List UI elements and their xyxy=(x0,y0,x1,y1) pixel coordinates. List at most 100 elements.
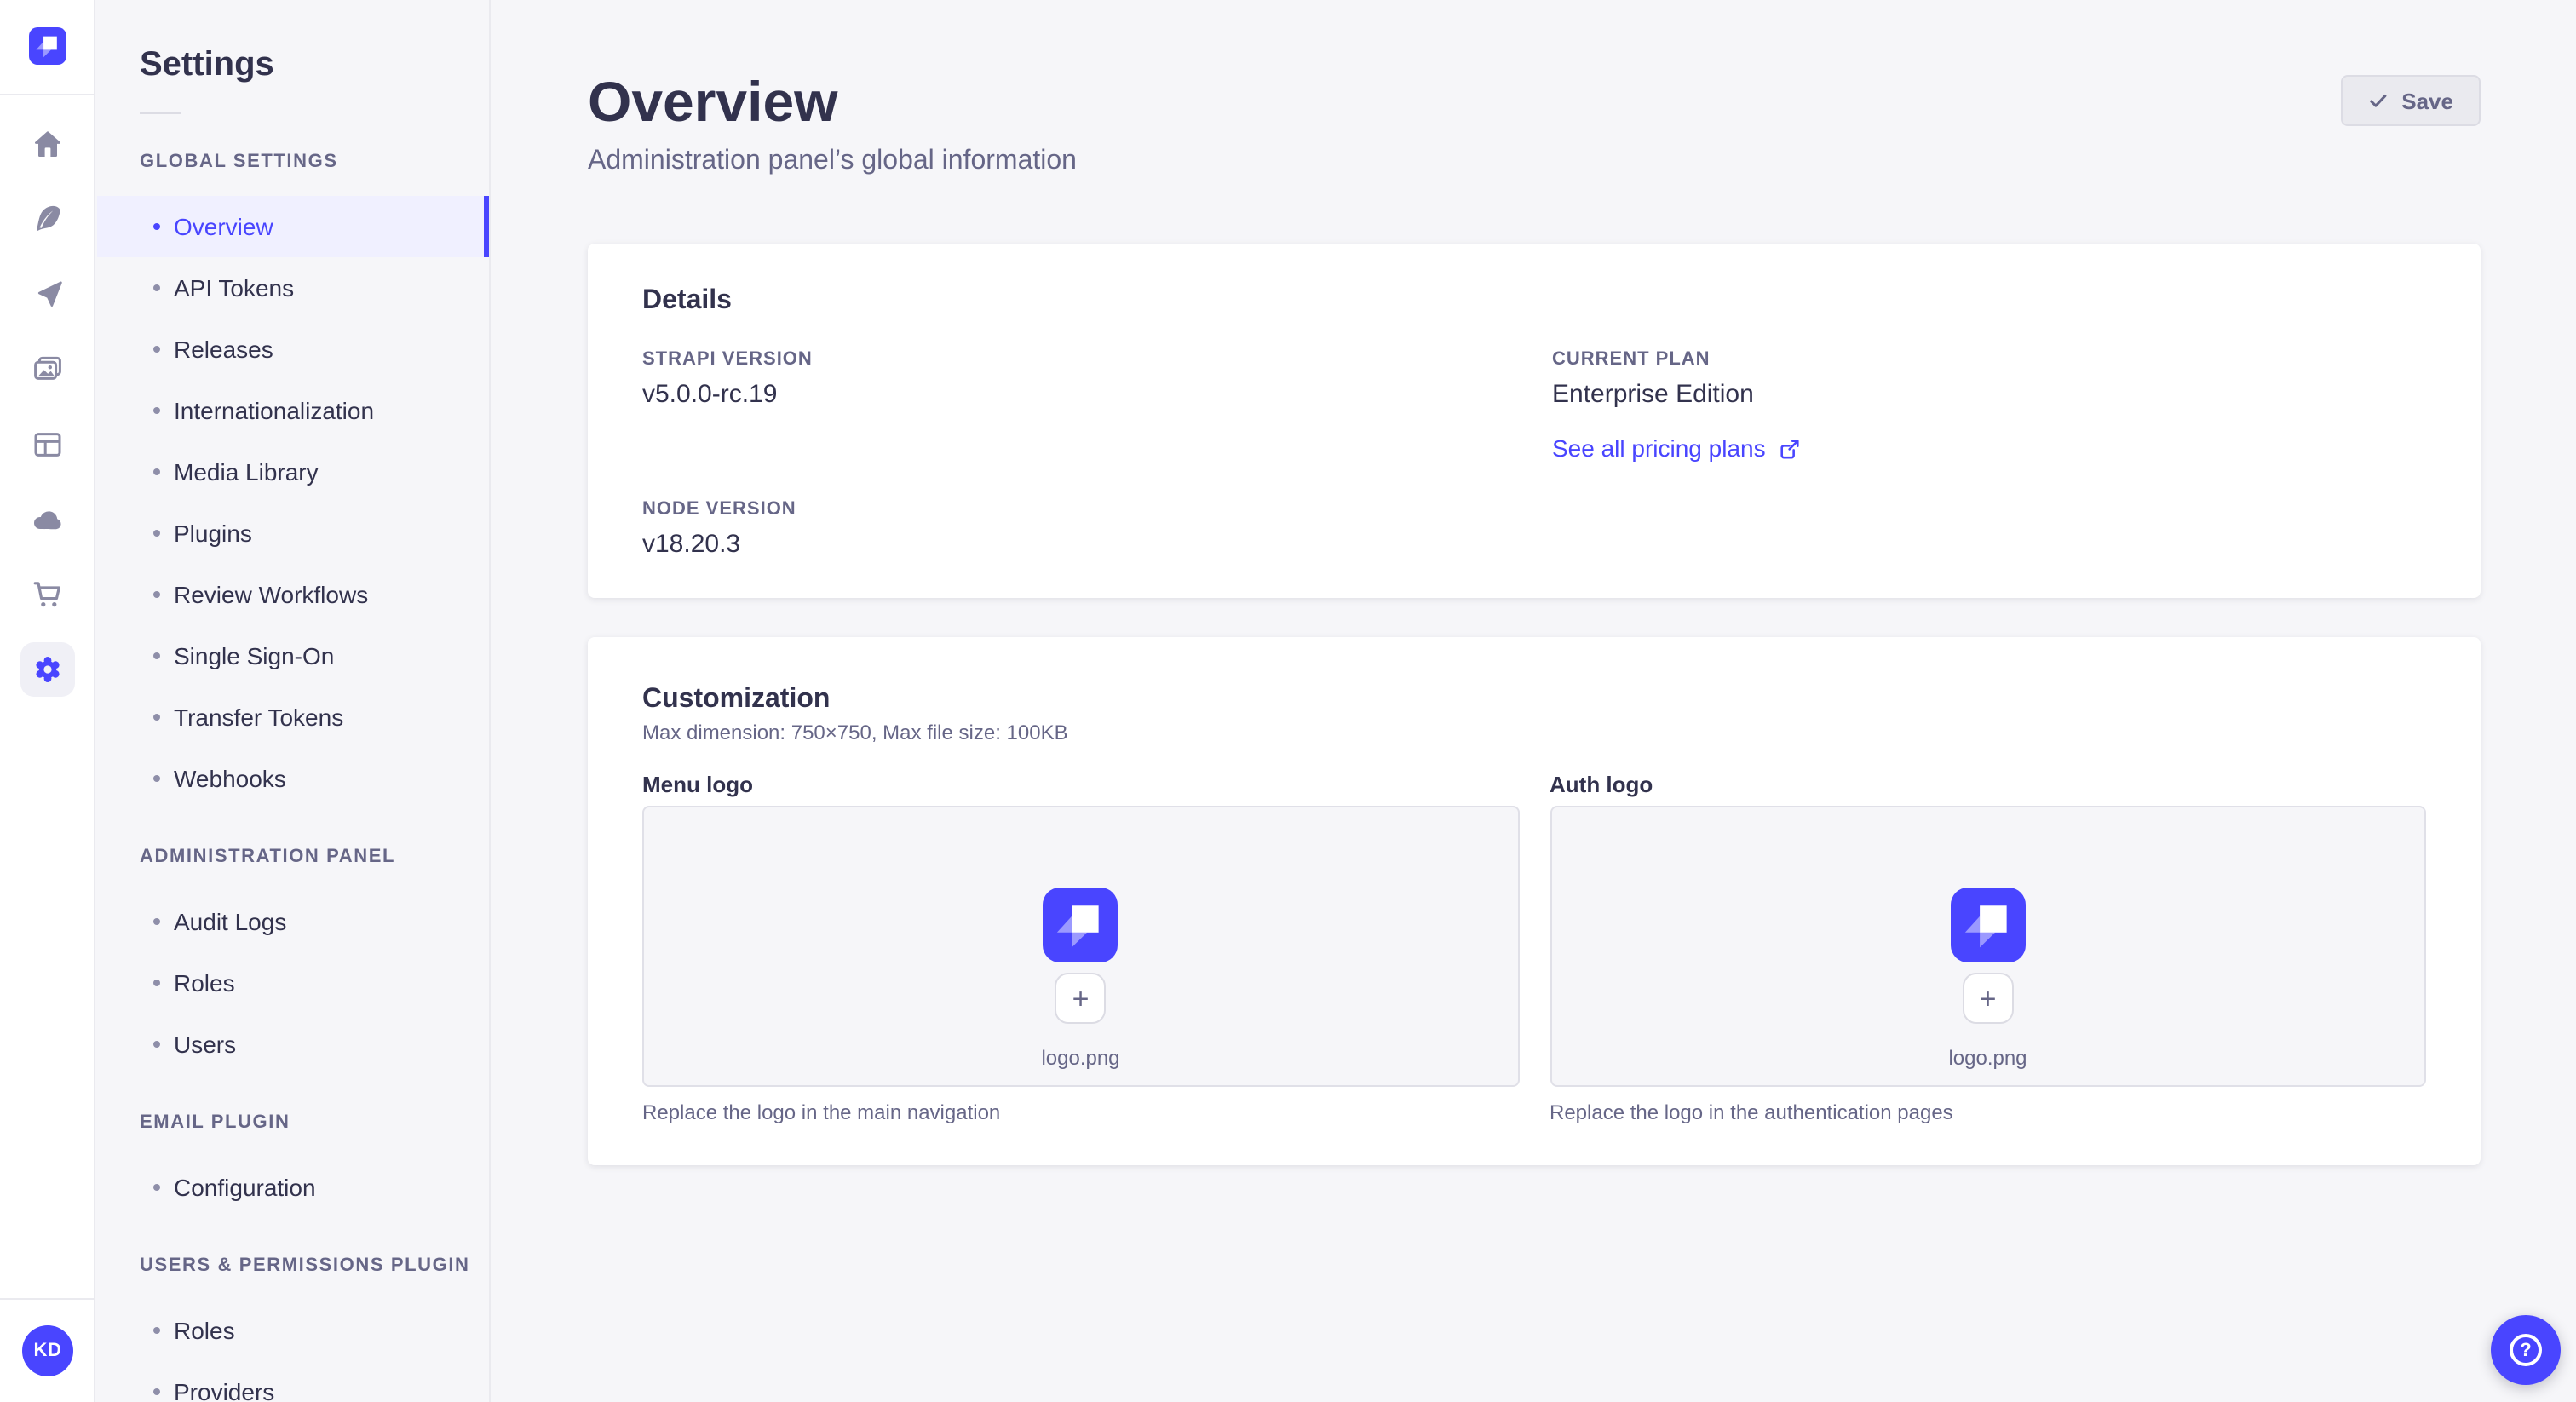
details-card: Details STRAPI VERSION v5.0.0-rc.19 NODE… xyxy=(588,244,2481,598)
sidebar-item-single-sign-on[interactable]: Single Sign-On xyxy=(97,625,489,687)
users-permissions-list: Roles Providers xyxy=(97,1300,489,1402)
node-version-value: v18.20.3 xyxy=(642,530,741,559)
customization-card-title: Customization xyxy=(642,685,831,714)
sidebar-item-label: Review Workflows xyxy=(174,581,369,608)
save-button[interactable]: Save xyxy=(2340,75,2481,126)
auth-logo-caption: Replace the logo in the authentication p… xyxy=(1550,1100,1953,1124)
pricing-plans-link[interactable]: See all pricing plans xyxy=(1552,434,1802,462)
user-avatar[interactable]: KD xyxy=(22,1325,73,1376)
layout-icon[interactable] xyxy=(20,417,74,472)
bullet-icon xyxy=(153,1388,160,1395)
settings-sidebar-title: Settings xyxy=(140,46,274,83)
strapi-version-value: v5.0.0-rc.19 xyxy=(642,380,778,409)
save-button-label: Save xyxy=(2401,88,2453,113)
bullet-icon xyxy=(153,652,160,659)
bullet-icon xyxy=(153,223,160,230)
page-subtitle: Administration panel’s global informatio… xyxy=(588,147,1077,175)
main-content: Overview Administration panel’s global i… xyxy=(491,0,2576,1402)
sidebar-item-releases[interactable]: Releases xyxy=(97,319,489,380)
feather-icon[interactable] xyxy=(20,192,74,247)
check-icon xyxy=(2367,90,2388,111)
bullet-icon xyxy=(153,1184,160,1191)
sidebar-item-label: Transfer Tokens xyxy=(174,704,344,731)
global-settings-list: Overview API Tokens Releases Internation… xyxy=(97,196,489,809)
pricing-plans-link-label: See all pricing plans xyxy=(1552,434,1766,462)
bullet-icon xyxy=(153,918,160,925)
external-link-icon xyxy=(1780,437,1802,459)
plus-icon: + xyxy=(1072,982,1090,1014)
bullet-icon xyxy=(153,530,160,537)
menu-logo-caption: Replace the logo in the main navigation xyxy=(642,1100,1001,1124)
customization-card: Customization Max dimension: 750×750, Ma… xyxy=(588,637,2481,1165)
sidebar-item-label: Plugins xyxy=(174,520,252,547)
bullet-icon xyxy=(153,980,160,986)
email-plugin-list: Configuration xyxy=(97,1157,489,1218)
sidebar-item-label: Roles xyxy=(174,969,235,997)
icon-rail: KD xyxy=(0,0,95,1402)
strapi-logo[interactable] xyxy=(28,27,66,65)
sidebar-item-label: Users xyxy=(174,1031,237,1058)
content-area: Details STRAPI VERSION v5.0.0-rc.19 NODE… xyxy=(491,244,2576,1165)
sidebar-item-admin-users[interactable]: Users xyxy=(97,1014,489,1075)
settings-sidebar: Settings GLOBAL SETTINGS Overview API To… xyxy=(97,0,491,1402)
sidebar-item-api-tokens[interactable]: API Tokens xyxy=(97,257,489,319)
sidebar-item-label: Providers xyxy=(174,1378,275,1402)
section-email-plugin: EMAIL PLUGIN xyxy=(140,1112,290,1133)
page-header: Overview Administration panel’s global i… xyxy=(491,0,2576,179)
menu-logo-add-button[interactable]: + xyxy=(1055,973,1107,1024)
strapi-version-label: STRAPI VERSION xyxy=(642,349,813,370)
sidebar-item-review-workflows[interactable]: Review Workflows xyxy=(97,564,489,625)
sidebar-item-label: Audit Logs xyxy=(174,908,287,935)
sidebar-item-up-providers[interactable]: Providers xyxy=(97,1361,489,1402)
auth-logo-preview xyxy=(1950,888,2026,962)
auth-logo-label: Auth logo xyxy=(1550,772,1653,797)
current-plan-field: CURRENT PLAN Enterprise Edition xyxy=(1552,349,2426,411)
rail-user-section: KD xyxy=(0,1298,95,1402)
strapi-version-field: STRAPI VERSION v5.0.0-rc.19 xyxy=(642,349,1552,411)
administration-panel-list: Audit Logs Roles Users xyxy=(97,891,489,1075)
sidebar-item-media-library[interactable]: Media Library xyxy=(97,441,489,503)
sidebar-item-email-configuration[interactable]: Configuration xyxy=(97,1157,489,1218)
cart-icon[interactable] xyxy=(20,567,74,622)
sidebar-item-webhooks[interactable]: Webhooks xyxy=(97,748,489,809)
details-grid: STRAPI VERSION v5.0.0-rc.19 NODE VERSION… xyxy=(642,349,2426,560)
bullet-icon xyxy=(153,346,160,353)
sidebar-item-overview[interactable]: Overview xyxy=(97,196,489,257)
current-plan-label: CURRENT PLAN xyxy=(1552,349,1711,370)
logo-grid: Menu logo Auth logo + logo.png + logo.pn… xyxy=(642,772,2426,1124)
cloud-icon[interactable] xyxy=(20,492,74,547)
bullet-icon xyxy=(153,407,160,414)
menu-logo-preview xyxy=(1043,888,1118,962)
sidebar-item-audit-logs[interactable]: Audit Logs xyxy=(97,891,489,952)
media-library-icon[interactable] xyxy=(20,342,74,397)
current-plan-value: Enterprise Edition xyxy=(1552,380,1754,409)
bullet-icon xyxy=(153,591,160,598)
customization-card-subtitle: Max dimension: 750×750, Max file size: 1… xyxy=(642,721,1068,744)
auth-logo-add-button[interactable]: + xyxy=(1962,973,2014,1024)
sidebar-item-label: Media Library xyxy=(174,458,319,486)
sidebar-item-up-roles[interactable]: Roles xyxy=(97,1300,489,1361)
sidebar-item-label: Roles xyxy=(174,1317,235,1344)
question-mark-icon: ? xyxy=(2510,1334,2542,1366)
auth-logo-file-name: logo.png xyxy=(1948,1046,2027,1070)
paper-plane-icon[interactable] xyxy=(20,267,74,322)
home-icon[interactable] xyxy=(20,118,74,172)
bullet-icon xyxy=(153,1327,160,1334)
sidebar-item-label: Releases xyxy=(174,336,273,363)
rail-icon-list xyxy=(20,118,74,697)
bullet-icon xyxy=(153,1041,160,1048)
sidebar-item-label: Webhooks xyxy=(174,765,286,792)
strapi-admin-app: KD Settings GLOBAL SETTINGS Overview API… xyxy=(0,0,2576,1402)
help-button[interactable]: ? xyxy=(2491,1315,2561,1385)
sidebar-title-divider xyxy=(140,112,181,114)
bullet-icon xyxy=(153,714,160,721)
details-left-column: STRAPI VERSION v5.0.0-rc.19 NODE VERSION… xyxy=(642,349,1552,560)
sidebar-item-internationalization[interactable]: Internationalization xyxy=(97,380,489,441)
details-card-title: Details xyxy=(642,286,732,315)
bullet-icon xyxy=(153,468,160,475)
sidebar-item-admin-roles[interactable]: Roles xyxy=(97,952,489,1014)
bullet-icon xyxy=(153,284,160,291)
sidebar-item-transfer-tokens[interactable]: Transfer Tokens xyxy=(97,687,489,748)
sidebar-item-plugins[interactable]: Plugins xyxy=(97,503,489,564)
settings-gear-icon[interactable] xyxy=(20,642,74,697)
